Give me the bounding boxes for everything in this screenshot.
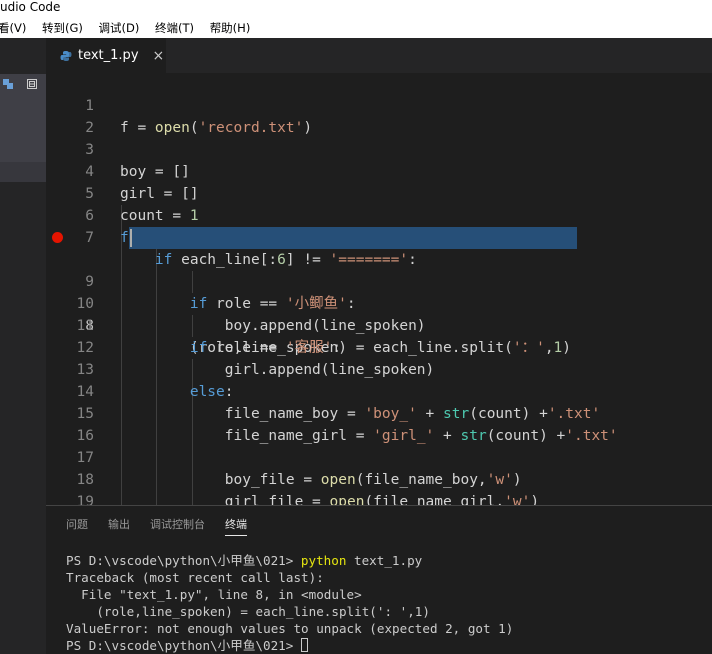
menu-item-goto[interactable]: 转到(G) xyxy=(42,18,83,38)
terminal-cursor xyxy=(300,638,308,652)
code-line-current: 8 (role,line_spoken) = each_line.split('… xyxy=(46,227,712,356)
sidebar xyxy=(0,38,46,654)
terminal-command: python xyxy=(300,553,347,568)
menu-item-view[interactable]: 看(V) xyxy=(0,18,26,38)
code-line: 5 count = 1 xyxy=(46,161,712,224)
collapse-all-icon[interactable] xyxy=(26,78,38,90)
terminal-prompt: PS D:\vscode\python\小甲鱼\021> xyxy=(66,553,301,568)
terminal-traceback-header: Traceback (most recent call last): xyxy=(66,570,324,585)
window-title: udio Code xyxy=(0,0,61,14)
code-line: 16 xyxy=(46,403,712,444)
terminal-command-args: text_1.py xyxy=(346,553,423,568)
terminal-error-message: ValueError: not enough values to unpack … xyxy=(66,621,514,636)
python-file-icon xyxy=(60,50,72,61)
window-title-bar: udio Code xyxy=(0,0,712,18)
code-line: 11 if role == '客服': xyxy=(46,293,712,356)
terminal-traceback-file: File "text_1.py", line 8, in <module> xyxy=(66,587,362,602)
terminal-output[interactable]: PS D:\vscode\python\小甲鱼\021> python text… xyxy=(66,552,706,654)
code-line: 12 girl.append(line_spoken) xyxy=(46,315,712,378)
close-icon[interactable]: × xyxy=(153,48,165,64)
bottom-panel: 问题 输出 调试控制台 终端 PS D:\vscode\python\小甲鱼\0… xyxy=(46,505,712,654)
new-file-icon[interactable] xyxy=(2,78,14,90)
text-cursor xyxy=(130,229,132,247)
tab-text-1-py[interactable]: text_1.py × xyxy=(46,38,166,73)
editor-tab-bar: text_1.py × xyxy=(46,38,712,73)
code-line: 4 girl = [] xyxy=(46,139,712,202)
code-editor[interactable]: 1 f = open('record.txt') 2 3 boy = [] 4 … xyxy=(46,73,712,505)
menu-item-terminal[interactable]: 终端(T) xyxy=(155,18,194,38)
tab-terminal[interactable]: 终端 xyxy=(225,516,247,536)
code-line: 3 boy = [] xyxy=(46,117,712,180)
code-line: 9 if role == '小鲫鱼': xyxy=(46,249,712,312)
menu-item-help[interactable]: 帮助(H) xyxy=(210,18,251,38)
code-line: 13 else: xyxy=(46,337,712,400)
menu-bar: 看(V) 转到(G) 调试(D) 终端(T) 帮助(H) xyxy=(0,18,712,38)
tab-debug-console[interactable]: 调试控制台 xyxy=(150,516,205,532)
code-line: 1 f = open('record.txt') xyxy=(46,73,712,136)
code-line: 6 for each_line in f: xyxy=(46,183,712,246)
menu-item-debug[interactable]: 调试(D) xyxy=(99,18,140,38)
tab-problems[interactable]: 问题 xyxy=(66,516,88,532)
current-line-highlight xyxy=(129,227,577,249)
code-line: 7 if each_line[:6] != '=======': xyxy=(46,205,712,268)
code-line: 18 girl_file = open(file_name_girl,'w') xyxy=(46,447,712,505)
code-line: 20 boy_file.writelines(boy) xyxy=(46,491,712,505)
tab-output[interactable]: 输出 xyxy=(108,516,130,532)
tab-label: text_1.py xyxy=(78,48,139,63)
code-line: 19 xyxy=(46,469,712,505)
code-line: 15 file_name_girl = 'girl_' + str(count)… xyxy=(46,381,712,444)
code-line: 2 xyxy=(46,95,712,136)
sidebar-selected-item[interactable] xyxy=(0,162,46,182)
code-line: 17 boy_file = open(file_name_boy,'w') xyxy=(46,425,712,488)
terminal-prompt: PS D:\vscode\python\小甲鱼\021> xyxy=(66,638,301,653)
code-line: 10 boy.append(line_spoken) xyxy=(46,271,712,334)
terminal-traceback-code: (role,line_spoken) = each_line.split(': … xyxy=(66,604,430,619)
code-line: 14 file_name_boy = 'boy_' + str(count) +… xyxy=(46,359,712,422)
breakpoint-icon[interactable] xyxy=(52,232,63,243)
panel-tab-bar: 问题 输出 调试控制台 终端 xyxy=(46,506,712,540)
